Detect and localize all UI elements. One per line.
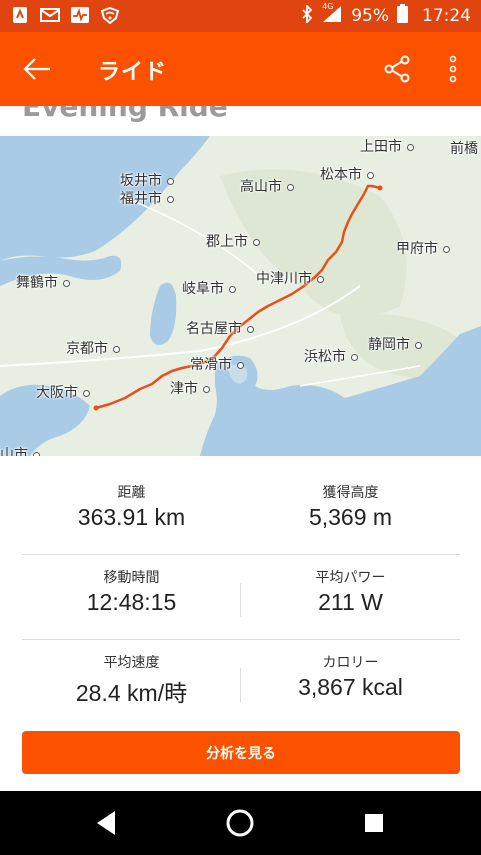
activity-title-peek: Evening Ride (0, 106, 481, 136)
city-label: 静岡市 (368, 334, 422, 354)
stat-value: 3,867 kcal (298, 674, 403, 700)
page-title: ライド (98, 60, 168, 85)
stat-label: 獲得高度 (322, 485, 379, 501)
network-type: 4G (322, 1, 334, 11)
arrow-left-icon (23, 58, 50, 80)
nav-home-button[interactable] (220, 803, 260, 843)
signal-icon: 4G (321, 1, 343, 28)
stat-label: 平均速度 (103, 655, 160, 671)
city-label: 歌山市 (0, 444, 40, 456)
stat-value: 5,369 m (308, 504, 393, 530)
view-analysis-button[interactable]: 分析を見る (22, 731, 460, 774)
stat-label: カロリー (322, 655, 379, 671)
city-label: 岐阜市 (182, 278, 236, 298)
stat-row: 平均速度 28.4 km/時 カロリー 3,867 kcal (22, 640, 460, 725)
city-label: 福井市 (120, 188, 174, 208)
share-button[interactable] (374, 46, 420, 92)
stat-avg-power: 平均パワー 211 W (241, 555, 460, 640)
city-label: 浜松市 (304, 346, 358, 366)
stat-label: 移動時間 (103, 570, 160, 586)
stat-value: 28.4 km/時 (75, 680, 188, 706)
status-bar: 4G 95% 17:24 (0, 0, 481, 32)
city-label: 京都市 (66, 338, 120, 358)
activity-stats: 距離 363.91 km 獲得高度 5,369 m 移動時間 12:48:15 … (22, 470, 460, 725)
city-label: 舞鶴市 (16, 272, 70, 292)
more-options-button[interactable] (436, 46, 470, 92)
stat-elevation-gain: 獲得高度 5,369 m (241, 470, 460, 555)
route-end-marker (377, 185, 383, 191)
system-navigation-bar (0, 791, 481, 855)
bluetooth-icon (301, 3, 313, 28)
city-label: 常滑市 (190, 354, 244, 374)
back-button[interactable] (14, 46, 60, 92)
city-label: 郡上市 (206, 231, 260, 251)
city-label: 坂井市 (120, 170, 174, 190)
battery-percentage: 95% (351, 6, 389, 26)
route-start-marker (93, 405, 99, 411)
city-label: 上田市 (360, 136, 414, 156)
stat-calories: カロリー 3,867 kcal (241, 640, 460, 725)
nav-back-icon (97, 811, 115, 835)
city-label: 大阪市 (36, 382, 90, 402)
app-bar: ライド (0, 32, 481, 106)
mail-notification-icon (40, 6, 60, 24)
city-label: 松本市 (320, 164, 374, 184)
stat-row: 移動時間 12:48:15 平均パワー 211 W (22, 555, 460, 640)
activity-title: Evening Ride (22, 106, 228, 123)
battery-icon (397, 4, 408, 28)
strava-notification-icon (10, 6, 30, 24)
stat-label: 平均パワー (315, 570, 386, 586)
stat-value: 363.91 km (77, 504, 186, 530)
clock: 17:24 (422, 6, 471, 26)
nav-home-icon (226, 809, 254, 837)
notification-icons (10, 6, 120, 24)
city-label: 中津川市 (256, 268, 324, 288)
stat-label: 距離 (117, 485, 146, 501)
city-label: 高山市 (240, 176, 294, 196)
activity-notification-icon (70, 6, 90, 24)
nav-recents-icon (365, 814, 383, 832)
nav-recents-button[interactable] (354, 803, 394, 843)
stat-distance: 距離 363.91 km (22, 470, 241, 555)
wifi-notification-icon (100, 6, 120, 24)
city-label: 甲府市 (396, 238, 450, 258)
share-icon (384, 55, 410, 83)
city-label: 名古屋市 (186, 318, 254, 338)
stat-row: 距離 363.91 km 獲得高度 5,369 m (22, 470, 460, 555)
stat-avg-speed: 平均速度 28.4 km/時 (22, 640, 241, 725)
stat-moving-time: 移動時間 12:48:15 (22, 555, 241, 640)
city-label: 前橋 (450, 138, 481, 158)
city-label: 津市 (170, 378, 210, 398)
stat-value: 211 W (318, 589, 383, 615)
more-vertical-icon (449, 55, 457, 83)
nav-back-button[interactable] (86, 803, 126, 843)
stat-value: 12:48:15 (86, 589, 177, 615)
route-map[interactable]: 上田市 前橋 松本市 坂井市 福井市 高山市 郡上市 甲府市 中津川市 舞鶴市 … (0, 136, 481, 456)
